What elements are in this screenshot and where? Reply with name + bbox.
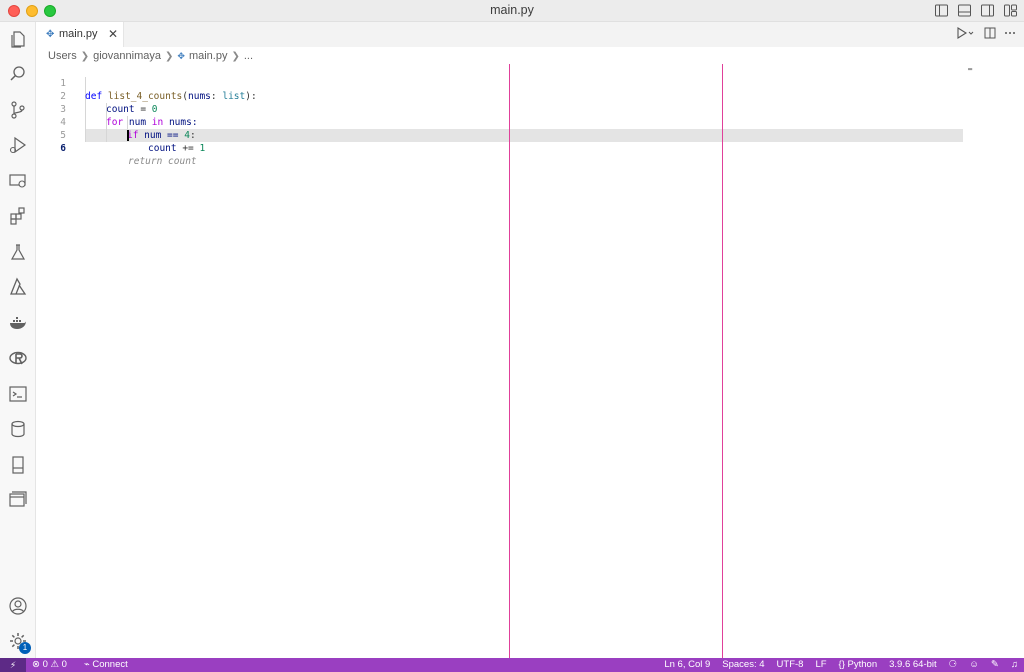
windows-panel-icon[interactable] [8,490,28,510]
breadcrumb: Users ❯ giovannimaya ❯ ✥ main.py ❯ ... [48,49,253,63]
variable: count [148,143,177,154]
editor-ruler [722,64,723,658]
breadcrumb-user-folder[interactable]: giovannimaya [93,50,161,62]
chevron-right-icon: ❯ [231,50,240,62]
chevron-right-icon: ❯ [165,50,174,62]
remote-explorer-icon[interactable] [8,171,28,191]
database-icon[interactable] [8,419,28,439]
code-line: 4 if num == 4: [36,103,1024,141]
activity-bar: 1 [0,22,36,658]
editor-ruler [509,64,510,658]
status-bar-right: Ln 6, Col 9 Spaces: 4 UTF-8 LF {} Python… [664,659,1018,670]
remote-indicator-button[interactable]: ⚡ [0,658,26,672]
r-language-icon[interactable] [8,348,28,368]
cursor-position[interactable]: Ln 6, Col 9 [664,659,710,670]
code-line: 3 for num in nums: [36,90,1024,128]
language-label: Python [847,659,878,670]
testing-flask-icon[interactable] [8,242,28,262]
search-icon[interactable] [8,64,28,84]
customize-layout-icon[interactable] [1003,3,1018,18]
run-and-debug-icon[interactable] [8,135,28,155]
problems-indicator[interactable]: ⊗ 0 ⚠ 0 [32,659,67,670]
file-encoding[interactable]: UTF-8 [777,659,804,670]
notifications-bell-icon[interactable]: ♫ [1011,659,1018,670]
python-interpreter[interactable]: 3.9.6 64-bit [889,659,937,670]
docker-icon[interactable] [8,313,28,333]
tab-main-py[interactable]: ✥ main.py ✕ [36,22,124,47]
tab-close-button[interactable]: ✕ [108,27,118,41]
extensions-icon[interactable] [8,206,28,226]
breadcrumb-file[interactable]: main.py [189,50,228,62]
settings-update-badge: 1 [19,642,31,654]
toggle-secondary-sidebar-icon[interactable] [980,3,995,18]
split-editor-icon[interactable] [984,27,996,42]
more-actions-icon[interactable] [1004,27,1016,42]
python-file-icon: ✥ [177,50,185,61]
language-mode[interactable]: {} Python [839,659,878,670]
indentation-setting[interactable]: Spaces: 4 [722,659,764,670]
copilot-icon[interactable]: ☺ [969,659,979,670]
python-file-icon: ✥ [46,29,55,40]
source-control-icon[interactable] [8,100,28,120]
inline-suggestion[interactable]: return count [128,155,197,168]
layout-controls [934,3,1018,18]
editor-actions [956,27,1016,42]
braces-icon: {} [838,659,848,670]
operator: += [176,143,200,154]
line-number: 6 [60,143,66,154]
feedback-icon[interactable]: ✎ [991,659,999,670]
chevron-right-icon: ❯ [80,50,90,62]
title-bar: main.py [0,0,1024,22]
connect-button[interactable]: ⌁ Connect [84,659,128,670]
explorer-icon[interactable] [8,29,28,49]
account-icon[interactable] [8,596,28,616]
toggle-panel-icon[interactable] [957,3,972,18]
text-cursor [127,130,129,141]
notebook-icon[interactable] [8,455,28,475]
toggle-primary-sidebar-icon[interactable] [934,3,949,18]
code-editor[interactable]: ▬ 1 def list_4_counts(nums: list): 2 cou… [36,64,1024,658]
tab-label: main.py [59,28,98,40]
code-line: 1 def list_4_counts(nums: list): [36,64,1024,102]
code-text: count += 1 [148,142,205,155]
azure-icon[interactable] [8,277,28,297]
code-line: 5 count += 1 [36,116,1024,154]
status-bar: ⚡ ⊗ 0 ⚠ 0 ⌁ Connect Ln 6, Col 9 Spaces: … [0,658,1024,672]
end-of-line[interactable]: LF [815,659,826,670]
code-line: 2 count = 0 [36,77,1024,115]
code-line-current: 6 return count [36,129,1024,167]
breadcrumb-symbols[interactable]: ... [244,50,253,62]
connect-label: Connect [92,659,128,670]
window-title: main.py [490,3,534,17]
run-python-file-icon[interactable] [956,27,976,42]
editor-tab-bar: ✥ main.py ✕ [36,22,1024,47]
terminal-icon[interactable] [8,384,28,404]
live-share-icon[interactable]: ⚆ [949,659,958,670]
number: 1 [199,143,206,154]
breadcrumb-users[interactable]: Users [48,50,77,62]
